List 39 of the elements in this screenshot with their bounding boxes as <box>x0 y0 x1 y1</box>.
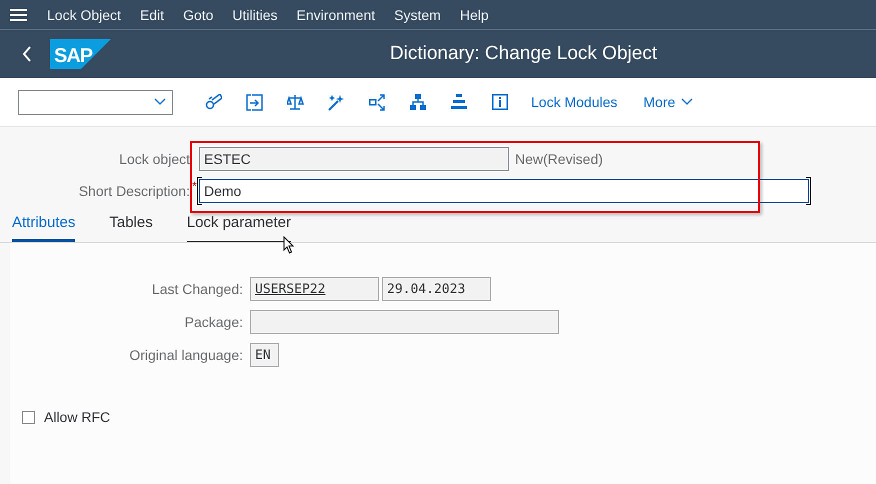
expand-icon[interactable] <box>369 94 386 110</box>
field-label: Short Description: <box>78 183 190 199</box>
toolbar-button[interactable]: Lock Modules <box>531 94 618 110</box>
menu-item[interactable]: Lock Object <box>47 6 121 22</box>
command-field[interactable] <box>18 90 173 114</box>
input-field[interactable]: USERSEP22 <box>250 277 379 301</box>
field-label: Package: <box>184 314 243 330</box>
back-icon[interactable] <box>22 46 32 62</box>
field-label: Last Changed: <box>150 281 243 297</box>
menu-item[interactable]: Edit <box>140 6 164 22</box>
chevron-down-icon <box>154 98 166 106</box>
page-title: Dictionary: Change Lock Object <box>388 43 658 65</box>
magic-wand-icon[interactable] <box>328 94 345 110</box>
info-icon[interactable] <box>492 94 509 110</box>
tab[interactable]: Tables <box>109 212 153 242</box>
menu-item[interactable]: Goto <box>183 6 214 22</box>
chevron-down-icon <box>681 98 694 106</box>
menu-item[interactable]: Utilities <box>232 6 278 22</box>
required-mark: * <box>191 179 198 193</box>
input-field[interactable]: EN <box>250 343 279 367</box>
checkbox-label: Allow RFC <box>44 409 110 425</box>
menu-item[interactable]: Help <box>460 6 489 22</box>
more-button[interactable]: More <box>643 94 694 110</box>
stack-icon[interactable] <box>451 94 468 110</box>
input-field[interactable]: Demo <box>199 179 809 203</box>
field-label: Lock object <box>118 151 190 167</box>
input-field[interactable] <box>250 310 559 334</box>
sap-logo: SAP <box>50 39 111 69</box>
field-label: Original language: <box>128 347 243 363</box>
scales-icon[interactable] <box>287 94 304 110</box>
status-text: New(Revised) <box>515 151 603 167</box>
menu-item[interactable]: Environment <box>296 6 376 22</box>
menu-item[interactable]: System <box>394 6 441 22</box>
input-field[interactable]: ESTEC <box>199 147 509 171</box>
menu-icon[interactable] <box>10 8 27 22</box>
export-icon[interactable] <box>246 94 263 110</box>
input-field[interactable]: 29.04.2023 <box>382 277 491 301</box>
checkbox[interactable] <box>22 410 35 424</box>
hierarchy-icon[interactable] <box>410 94 427 110</box>
